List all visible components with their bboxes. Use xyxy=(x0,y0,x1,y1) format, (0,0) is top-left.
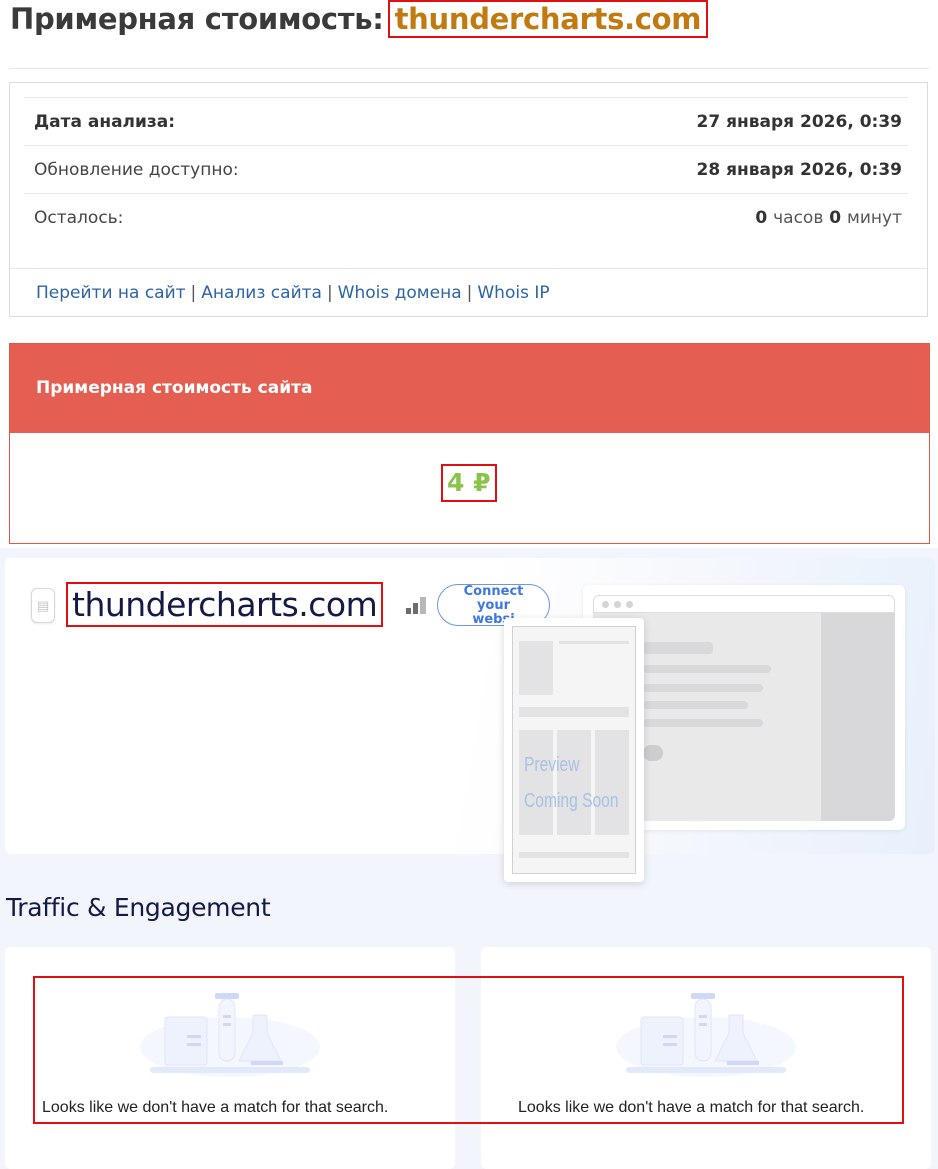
info-label: Дата анализа: xyxy=(34,112,176,132)
info-row-analysis-date: Дата анализа: 27 января 2026, 0:39 xyxy=(24,97,908,146)
analysis-info-box: Дата анализа: 27 января 2026, 0:39 Обнов… xyxy=(9,82,928,317)
preview-line: Coming Soon xyxy=(524,790,619,812)
hours-unit: часов xyxy=(773,208,824,228)
link-whois-ip[interactable]: Whois IP xyxy=(477,283,549,303)
link-whois-domain[interactable]: Whois домена xyxy=(338,283,462,303)
site-cost-panel: Примерная стоимость сайта 4 ₽ xyxy=(9,343,930,544)
info-value: 27 января 2026, 0:39 xyxy=(696,112,902,132)
preview-coming-soon: Preview Coming Soon xyxy=(524,747,619,819)
document-icon: ▤ xyxy=(31,588,55,623)
info-row-update-available: Обновление доступно: 28 января 2026, 0:3… xyxy=(24,145,908,194)
phone-preview-mock: Preview Coming Soon xyxy=(504,618,644,882)
cost-panel-header: Примерная стоимость сайта xyxy=(10,344,929,433)
connect-button-line: your xyxy=(476,598,511,613)
title-prefix: Примерная стоимость: xyxy=(10,2,384,36)
cost-value: 4 ₽ xyxy=(441,464,497,502)
title-domain: thundercharts.com xyxy=(387,0,709,38)
info-label: Осталось: xyxy=(34,208,124,228)
rank-bars-icon xyxy=(406,597,426,614)
info-row-remaining: Осталось: 0 часов 0 минут xyxy=(24,193,908,242)
page-title: Примерная стоимость: thundercharts.com xyxy=(10,0,709,38)
cost-panel-title: Примерная стоимость сайта xyxy=(36,378,313,398)
preview-line: Preview xyxy=(524,754,580,776)
info-value-remaining: 0 часов 0 минут xyxy=(755,208,902,228)
link-separator: | xyxy=(190,283,197,303)
connect-button-line: Connect xyxy=(463,584,524,599)
site-links: Перейти на сайт | Анализ сайта | Whois домен… xyxy=(36,283,550,303)
info-label: Обновление доступно: xyxy=(34,160,239,180)
link-separator: | xyxy=(326,283,333,303)
link-separator: | xyxy=(466,283,473,303)
traffic-section-title: Traffic & Engagement xyxy=(6,893,271,922)
site-domain: thundercharts.com xyxy=(66,582,384,627)
highlight-box xyxy=(33,976,904,1124)
hours-value: 0 xyxy=(755,208,768,228)
minutes-value: 0 xyxy=(829,208,842,228)
info-value: 28 января 2026, 0:39 xyxy=(696,160,902,180)
link-site-analysis[interactable]: Анализ сайта xyxy=(201,283,322,303)
link-go-to-site[interactable]: Перейти на сайт xyxy=(36,283,186,303)
minutes-unit: минут xyxy=(847,208,902,228)
divider xyxy=(9,68,929,69)
divider xyxy=(10,268,927,269)
